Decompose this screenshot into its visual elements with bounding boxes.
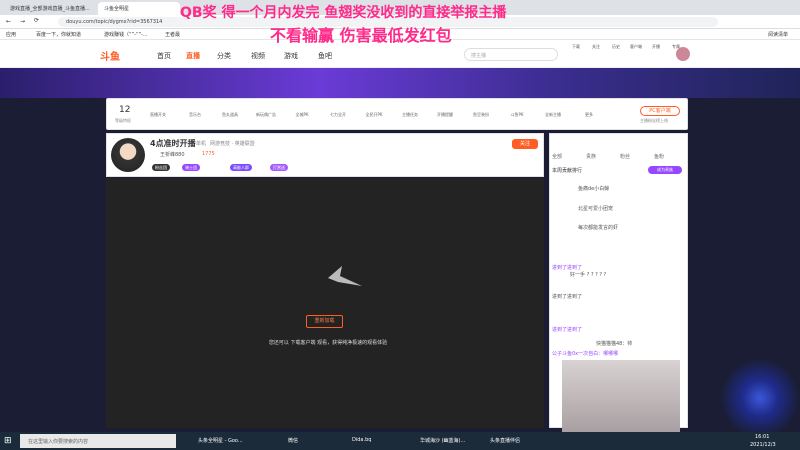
chat-message: 快猫猫猫48：帅 xyxy=(596,341,633,347)
chat-tab[interactable]: 粉丝 xyxy=(620,153,630,160)
reload-icon[interactable]: ⟳ xyxy=(34,17,39,24)
client-icon[interactable]: 客户端 xyxy=(626,44,646,50)
taskbar-item[interactable]: 头条全明星 - Goo... xyxy=(198,437,243,444)
streamer-avatar[interactable] xyxy=(111,138,145,172)
event-banner xyxy=(0,68,800,98)
broadcast-icon[interactable]: 开播 xyxy=(646,44,666,50)
toolbar-item[interactable]: 全新主播 xyxy=(539,112,567,118)
pc-client-sub[interactable]: 主播粉丝榜上线 xyxy=(640,118,668,124)
toolbar-item[interactable]: 直播开关 xyxy=(144,112,172,118)
bookmark-item[interactable]: 百度一下，你就知道 xyxy=(36,31,81,38)
forward-icon[interactable]: → xyxy=(20,18,25,25)
nav-fishbar[interactable]: 鱼吧 xyxy=(318,51,332,61)
rank-header: 本周贡献排行 xyxy=(552,168,583,174)
room-stats: 1775 xyxy=(202,151,215,157)
room-category[interactable]: 单机 xyxy=(196,140,206,147)
clock-date[interactable]: 2021/12/3 xyxy=(750,442,776,448)
follow-button[interactable]: 关注 xyxy=(512,139,538,149)
windows-start-icon[interactable]: ⊞ xyxy=(4,436,14,446)
reload-button[interactable]: 重新加载 xyxy=(306,315,343,328)
pc-client-button[interactable]: PC客户端 xyxy=(640,106,680,116)
overlay-text-1: QB奖 得一个月内发完 鱼翅奖没收到的直接举报主播 xyxy=(180,5,507,21)
chat-tab[interactable]: 鱼粉 xyxy=(654,153,664,160)
fish-logo-icon xyxy=(328,266,362,286)
download-icon[interactable]: 下载 xyxy=(566,44,586,50)
room-title: 4点准时开播 xyxy=(150,139,196,148)
chat-message: 进到了进到了 xyxy=(552,294,583,300)
taskbar-search[interactable]: 在这里输入你要搜索的内容 xyxy=(20,434,176,448)
level-number: 12 xyxy=(119,105,131,115)
toolbar-item[interactable]: 七力全开 xyxy=(324,112,352,118)
rank-row[interactable]: 北星可爱小团宠 xyxy=(578,205,613,212)
rank-row[interactable]: 每次都能发言的虾 xyxy=(578,224,618,231)
level-label[interactable]: 等级特权 xyxy=(115,118,131,124)
chat-message: 进到了进到了 xyxy=(552,265,583,271)
chat-tab[interactable]: 全部 xyxy=(552,153,562,160)
toolbar-item[interactable]: 开播提醒 xyxy=(431,112,459,118)
taskbar-item[interactable]: 头条直播伴侣 xyxy=(490,437,520,444)
chat-message: 公子斗鱼0x一次自白：哪哪哪 xyxy=(552,351,619,357)
room-sub[interactable]: 网游竞技 · 英雄联盟 xyxy=(210,140,255,147)
tag[interactable]: 高能人群 xyxy=(230,164,252,171)
toolbar-item[interactable]: 全民开PK xyxy=(360,112,388,118)
toolbar-item[interactable]: 音乐台 xyxy=(181,112,209,118)
heart-icon[interactable]: 关注 xyxy=(586,44,606,50)
browser-tab-active[interactable]: 斗鱼全明星 xyxy=(98,2,180,15)
rank-row[interactable]: 鱼痛de小白鲸 xyxy=(578,185,609,192)
site-logo[interactable]: 斗鱼 xyxy=(100,48,120,63)
nav-video[interactable]: 视频 xyxy=(251,51,265,61)
nav-home[interactable]: 首页 xyxy=(157,51,171,61)
taskbar-item[interactable]: 华城海沙 (幽蓝海)... xyxy=(420,437,465,444)
browser-tab[interactable]: 游戏直播_全部游戏直播_斗鱼直播... xyxy=(4,2,96,15)
nav-category[interactable]: 分类 xyxy=(217,51,231,61)
nav-games[interactable]: 游戏 xyxy=(284,51,298,61)
overlay-text-2: 不看输赢 伤害最低发红包 xyxy=(270,26,452,45)
toolbar-item[interactable]: 斗鱼PK xyxy=(503,112,531,118)
toolbar-item[interactable]: 全城PK xyxy=(288,112,316,118)
webcam-overlay xyxy=(562,360,680,432)
bookmark-item[interactable]: 应用 xyxy=(6,31,16,38)
clock-time[interactable]: 16:01 xyxy=(755,434,769,440)
toolbar-item[interactable]: 鱼豆装扮 xyxy=(467,112,495,118)
history-icon[interactable]: 历史 xyxy=(606,44,626,50)
taskbar-item[interactable]: 微信 xyxy=(288,437,298,444)
video-player[interactable] xyxy=(106,178,544,428)
toolbar-item[interactable]: 新玩偶广告 xyxy=(252,112,280,118)
bookmark-item[interactable]: 王者最 xyxy=(165,31,180,38)
back-icon[interactable]: ← xyxy=(6,18,11,25)
search-input[interactable]: 搜主播 xyxy=(464,48,558,61)
user-avatar[interactable] xyxy=(676,47,690,61)
tag[interactable]: 打赏送 xyxy=(270,164,288,171)
player-hint: 您还可以 下载客户端 观看，获得纯净极速的观看体验 xyxy=(268,340,388,346)
nav-live[interactable]: 直播 xyxy=(186,51,200,61)
tag[interactable]: 粉丝团 xyxy=(152,164,170,171)
taskbar-item[interactable]: Dida.bq xyxy=(352,437,371,443)
toolbar-item[interactable]: 更多 xyxy=(575,112,603,118)
bookmark-item[interactable]: 游戏赚钱（“”-“”-... xyxy=(104,31,148,38)
tag[interactable]: 骑士团 xyxy=(182,164,200,171)
chat-tab[interactable]: 贵族 xyxy=(586,153,596,160)
rank-button[interactable]: 成为贵族 xyxy=(648,166,682,174)
chat-message: 进到了进到了 xyxy=(552,327,583,333)
reading-list[interactable]: 阅读清单 xyxy=(768,31,788,38)
toolbar-item[interactable]: 主播任务 xyxy=(396,112,424,118)
chat-message: 好一手 ? ? ? ? ? xyxy=(570,272,607,278)
toolbar-item[interactable]: 鱼丸道具 xyxy=(216,112,244,118)
streamer-name[interactable]: 王祈峰880 xyxy=(160,151,185,158)
